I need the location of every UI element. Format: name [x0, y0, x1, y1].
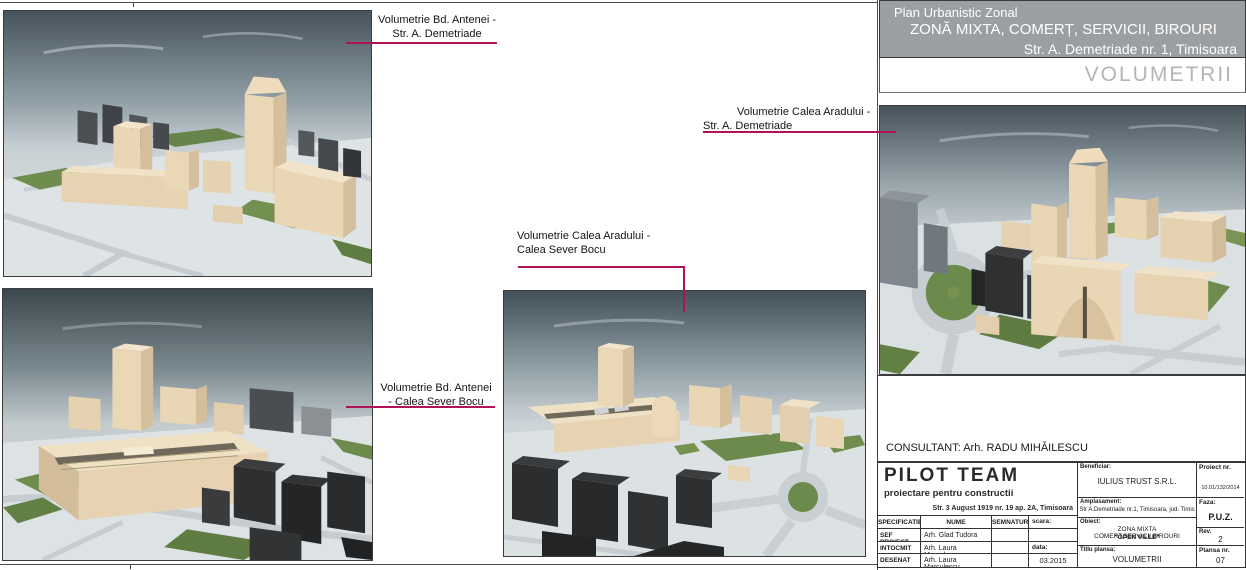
table-header-specificatie: SPECIFICATIE — [878, 516, 921, 529]
label-calea-aradului-str-demetriade: Volumetrie Calea Aradului - Str. A. Deme… — [703, 105, 903, 133]
leader-line-aradului-sever-bocu-horizontal — [518, 266, 685, 268]
label-line: - Calea Sever Bocu — [377, 395, 495, 409]
table-header-nume: NUME — [921, 516, 992, 529]
sheet-name-label: Titlu plansa: — [1080, 547, 1115, 553]
company-address: Str. 3 August 1919 nr. 19 ap. 2A, Timiso… — [933, 505, 1073, 512]
table-row-role: DESENAT — [878, 554, 921, 567]
object-label: Obiect: — [1080, 519, 1101, 525]
consultant-box: CONSULTANT: Arh. RADU MIHĂILESCU — [877, 375, 1246, 462]
table-row-role: INTOCMIT — [878, 542, 921, 554]
sheet-frame-bottom-line — [0, 564, 877, 565]
beneficiary-cell: Beneficiar: IULIUS TRUST S.R.L. — [1078, 463, 1196, 498]
signature-cell — [992, 529, 1029, 542]
phase-cell: Faza: P.U.Z. — [1196, 498, 1244, 528]
zone-title: ZONĂ MIXTA, COMERȚ, SERVICII, BIROURI — [910, 21, 1237, 38]
3d-massing-render — [504, 291, 865, 556]
plate-number-label: Plansa nr. — [1199, 547, 1230, 554]
table-header-semnatura: SEMNATURA — [992, 516, 1029, 529]
render-panel-bd-antenei-str-demetriade — [3, 10, 372, 277]
signature-cell — [992, 542, 1029, 554]
label-line: Str. A. Demetriade — [703, 119, 903, 133]
phase-value: P.U.Z. — [1197, 512, 1244, 522]
scale-value-cell — [1029, 529, 1078, 542]
table-row-name: Arh. Glad Tudora — [921, 529, 992, 542]
object-cell: Obiect: ZONA MIXTA COMERT,SERVICII,BIROU… — [1078, 518, 1196, 546]
table-row-name: Arh. Laura Marculescu — [921, 554, 992, 567]
label-calea-aradului-calea-sever-bocu: Volumetrie Calea Aradului - Calea Sever … — [517, 229, 687, 257]
sheet-frame-top-line — [0, 2, 877, 3]
render-panel-bd-antenei-calea-sever-bocu — [2, 288, 373, 561]
plan-sheet: Volumetrie Bd. Antenei - Str. A. Demetri… — [0, 0, 1246, 570]
object-line2: "OPEN VILLE" — [1078, 534, 1196, 541]
company-name: PILOT TEAM — [884, 465, 1019, 487]
table-row-role: SEF PROIECT — [878, 529, 921, 542]
label-line: Calea Sever Bocu — [517, 243, 687, 257]
3d-massing-render — [3, 289, 372, 560]
render-panel-calea-aradului-calea-sever-bocu — [503, 290, 866, 557]
3d-massing-render — [4, 11, 371, 276]
sheet-frame-top-tick — [133, 2, 134, 7]
sheet-header: Plan Urbanistic Zonal ZONĂ MIXTA, COMERȚ… — [879, 0, 1246, 58]
sheet-frame-bottom-tick — [130, 564, 131, 569]
sheet-name-value: VOLUMETRII — [1078, 555, 1196, 564]
sheet-name-cell: Titlu plansa: VOLUMETRII — [1078, 546, 1196, 567]
beneficiary-value: IULIUS TRUST S.R.L. — [1078, 477, 1196, 486]
label-line: Volumetrie Calea Aradului - — [517, 229, 687, 243]
plan-type-title: Plan Urbanistic Zonal — [894, 5, 1237, 20]
site-label: Amplasament: — [1080, 499, 1121, 505]
label-bd-antenei-calea-sever-bocu: Volumetrie Bd. Antenei - Calea Sever Boc… — [377, 381, 495, 409]
plate-number-value: 07 — [1197, 556, 1244, 565]
leader-line-aradului-sever-bocu-vertical — [683, 266, 685, 312]
date-label: data: — [1029, 542, 1078, 554]
title-block: PILOT TEAM proiectare pentru constructii… — [877, 462, 1246, 568]
leader-line-antenei-demetriade — [346, 42, 497, 44]
label-line: Volumetrie Bd. Antenei — [377, 381, 495, 395]
beneficiary-label: Beneficiar: — [1080, 464, 1111, 470]
label-line: Str. A. Demetriade — [376, 27, 498, 41]
label-bd-antenei-str-demetriade: Volumetrie Bd. Antenei - Str. A. Demetri… — [376, 13, 498, 41]
site-cell: Amplasament: Str A.Demetriade nr.1, Timi… — [1078, 498, 1196, 518]
revision-cell: Rev. 2 — [1196, 528, 1244, 546]
phase-label: Faza: — [1199, 499, 1216, 506]
revision-value: 2 — [1197, 535, 1244, 544]
plate-number-cell: Plansa nr. 07 — [1196, 546, 1244, 567]
company-subtitle: proiectare pentru constructii — [884, 488, 1013, 499]
site-value: Str A.Demetriade nr.1, Timisoara, jud. T… — [1078, 507, 1196, 513]
project-number-cell: Proiect nr. 10.01/132/2014 — [1196, 463, 1244, 498]
company-logo-zone: PILOT TEAM proiectare pentru constructii… — [878, 463, 1078, 516]
signature-cell — [992, 554, 1029, 567]
render-panel-calea-aradului-str-demetriade — [879, 105, 1246, 375]
sheet-title: VOLUMETRII — [1085, 63, 1233, 87]
date-value: 03.2015 — [1029, 554, 1078, 567]
project-number-value: 10.01/132/2014 — [1197, 485, 1244, 491]
3d-massing-render — [880, 106, 1245, 374]
sheet-title-box: VOLUMETRII — [879, 58, 1246, 93]
label-line: Volumetrie Bd. Antenei - — [376, 13, 498, 27]
scale-label: scara: — [1029, 516, 1078, 529]
project-number-label: Proiect nr. — [1199, 464, 1231, 471]
table-row-name: Arh. Laura Marculescu — [921, 542, 992, 554]
consultant-text: CONSULTANT: Arh. RADU MIHĂILESCU — [886, 442, 1088, 454]
site-address: Str. A. Demetriade nr. 1, Timisoara — [890, 41, 1237, 57]
label-line: Volumetrie Calea Aradului - — [703, 105, 903, 119]
